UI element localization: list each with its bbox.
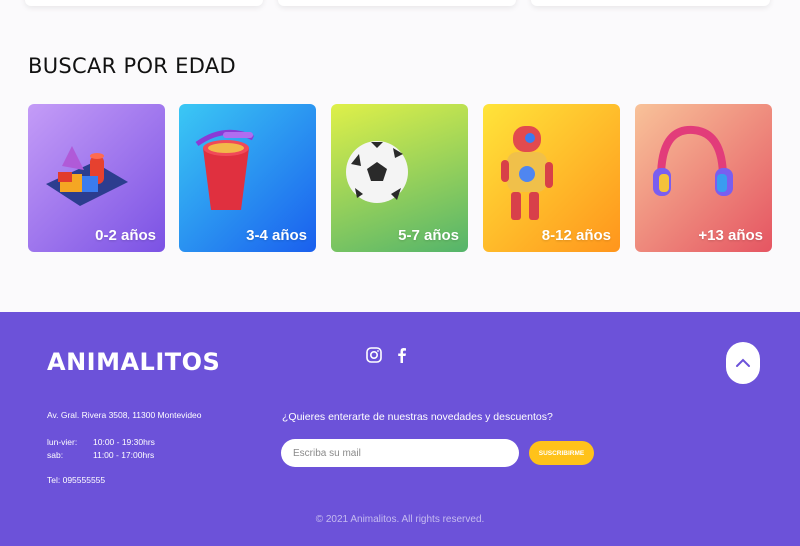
social-links: [365, 346, 411, 364]
age-label: 8-12 años: [541, 227, 611, 244]
footer-phone: Tel: 095555555: [47, 475, 106, 485]
age-card-13-plus[interactable]: +13 años: [635, 104, 772, 252]
copyright-text: © 2021 Animalitos. All rights reserved.: [315, 514, 485, 525]
age-label: 5-7 años: [398, 227, 459, 244]
product-card[interactable]: [278, 0, 516, 6]
footer-address: Av. Gral. Rivera 3508, 11300 Montevideo: [47, 410, 202, 420]
product-card[interactable]: [25, 0, 263, 6]
hours-day: lun-vier:: [47, 437, 78, 447]
site-footer: ANIMALITOS Av. Gral. Rivera 3508, 11300 …: [0, 312, 800, 546]
hours-day: sab:: [47, 450, 64, 460]
age-card-3-4[interactable]: 3-4 años: [179, 104, 316, 252]
facebook-icon[interactable]: [393, 346, 411, 364]
product-card[interactable]: [531, 0, 770, 6]
section-title: BUSCAR POR EDAD: [28, 54, 236, 78]
scroll-top-button[interactable]: [726, 342, 760, 384]
subscribe-button[interactable]: SUSCRIBIRME: [529, 441, 594, 465]
instagram-icon[interactable]: [365, 346, 383, 364]
age-category-grid: 0-2 años 3-4 años 5-7 años 8-12 años +13…: [28, 104, 772, 252]
age-card-5-7[interactable]: 5-7 años: [331, 104, 468, 252]
age-label: +13 años: [698, 227, 763, 244]
age-label: 0-2 años: [95, 227, 156, 244]
top-product-cards: [0, 0, 800, 8]
hours-time: 11:00 - 17:00hrs: [93, 450, 155, 460]
email-field[interactable]: [281, 439, 519, 467]
age-label: 3-4 años: [246, 227, 307, 244]
age-card-8-12[interactable]: 8-12 años: [483, 104, 620, 252]
hours-time: 10:00 - 19:30hrs: [93, 437, 155, 447]
newsletter-question: ¿Quieres enterarte de nuestras novedades…: [282, 411, 553, 423]
chevron-up-icon: [736, 358, 750, 367]
footer-hours: lun-vier: 10:00 - 19:30hrs sab: 11:00 - 17…: [47, 436, 155, 462]
footer-logo[interactable]: ANIMALITOS: [47, 348, 220, 376]
age-card-0-2[interactable]: 0-2 años: [28, 104, 165, 252]
